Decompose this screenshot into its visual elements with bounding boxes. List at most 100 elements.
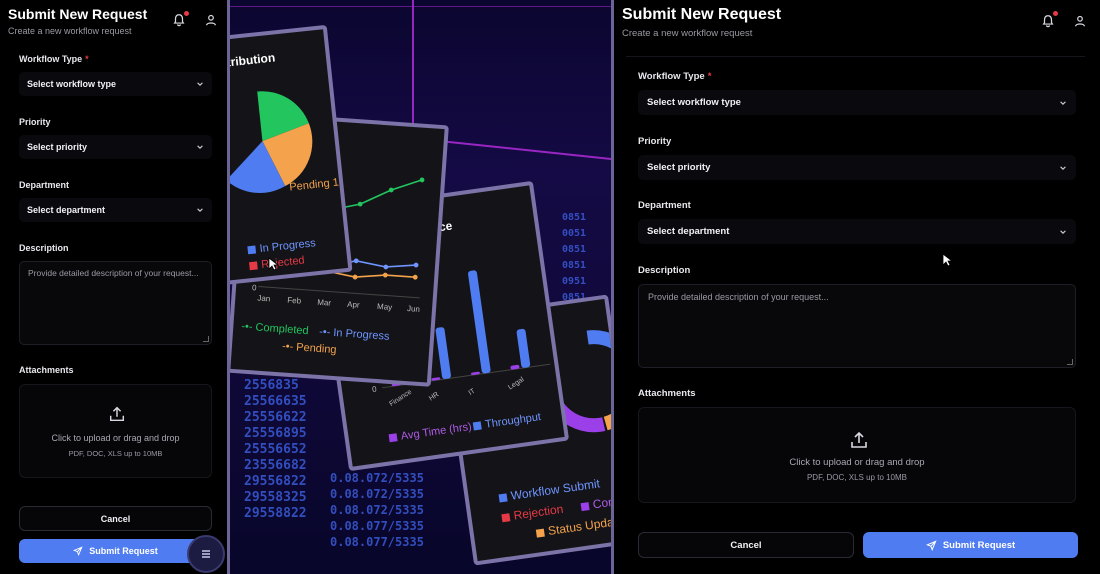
bar-throughput <box>435 327 451 379</box>
x-tick-label: May <box>377 302 393 312</box>
chevron-down-icon <box>1060 100 1066 105</box>
workflow-type-value: Select workflow type <box>647 97 741 108</box>
line-point <box>352 274 358 280</box>
department-select[interactable]: Select department <box>638 219 1076 244</box>
x-tick-label: Apr <box>347 300 360 310</box>
matrix-numbers: 2556835 25566635 25556622 25556895 25556… <box>244 378 307 521</box>
pie-card-title: stribution <box>230 50 276 71</box>
submit-request-button[interactable]: Submit Request <box>863 532 1078 558</box>
x-tick-label: Legal <box>507 376 526 391</box>
neon-grid-line <box>230 6 611 7</box>
line-point <box>357 201 363 207</box>
description-textarea[interactable]: Provide detailed description of your req… <box>638 284 1076 368</box>
resize-handle[interactable] <box>1067 359 1073 365</box>
description-placeholder: Provide detailed description of your req… <box>648 292 829 302</box>
upload-text: Click to upload or drag and drop <box>789 457 925 468</box>
priority-value: Select priority <box>647 162 711 173</box>
department-value: Select department <box>647 226 730 237</box>
x-tick-label: Jan <box>257 294 271 304</box>
x-tick-label: Jun <box>407 304 421 314</box>
chevron-down-icon <box>197 208 203 212</box>
chevron-down-icon <box>1060 165 1066 170</box>
priority-label: Priority <box>638 136 672 147</box>
resize-handle[interactable] <box>203 336 209 342</box>
line-point <box>388 187 394 193</box>
file-dropzone[interactable]: Click to upload or drag and drop PDF, DO… <box>19 384 212 478</box>
upload-text: Click to upload or drag and drop <box>51 433 180 443</box>
upload-icon <box>109 406 125 422</box>
y-tick-label: 0 <box>252 283 258 292</box>
x-tick-label: IT <box>468 387 478 397</box>
bar-legend-item: Avg Time (hrs) <box>388 421 472 444</box>
line-point <box>419 177 425 183</box>
mobile-form-panel: Submit New Request Create a new workflow… <box>0 0 230 574</box>
workflow-type-select[interactable]: Select workflow type <box>19 72 212 96</box>
cancel-button[interactable]: Cancel <box>638 532 854 558</box>
department-label: Department <box>638 200 691 211</box>
description-label: Description <box>19 243 69 253</box>
description-textarea[interactable]: Provide detailed description of your req… <box>19 261 212 345</box>
submit-label: Submit Request <box>942 539 1016 551</box>
chevron-down-icon <box>197 145 203 149</box>
priority-select[interactable]: Select priority <box>19 135 212 159</box>
chevron-down-icon <box>197 82 203 86</box>
user-icon[interactable] <box>204 13 218 27</box>
department-select[interactable]: Select department <box>19 198 212 222</box>
menu-icon <box>202 550 210 558</box>
bar-throughput <box>468 270 491 374</box>
floating-menu-button[interactable] <box>187 535 225 573</box>
send-icon <box>925 539 937 551</box>
page-title: Submit New Request <box>8 6 148 22</box>
line-point <box>383 264 389 270</box>
x-tick-label: Mar <box>317 298 332 308</box>
send-icon <box>73 546 83 556</box>
mouse-cursor-icon <box>942 253 952 267</box>
page-subtitle: Create a new workflow request <box>622 28 753 39</box>
page-subtitle: Create a new workflow request <box>8 26 132 36</box>
line-point <box>412 274 418 280</box>
bar-throughput <box>516 328 531 368</box>
desktop-form-panel: Submit New Request Create a new workflow… <box>611 0 1097 574</box>
dashboard-collage-image: 2556835 25566635 25556622 25556895 25556… <box>230 0 611 574</box>
matrix-numbers: 0.08.072/5335 0.08.072/5335 0.08.072/533… <box>330 471 424 549</box>
attachments-label: Attachments <box>19 365 74 375</box>
pie-legend-item: In Progress <box>247 237 316 256</box>
description-label: Description <box>638 265 691 276</box>
x-tick-label: Finance <box>388 389 413 408</box>
upload-icon <box>851 431 867 448</box>
line-point <box>413 262 419 268</box>
bell-icon[interactable] <box>1041 14 1055 28</box>
user-icon[interactable] <box>1073 14 1087 28</box>
y-tick-label: 0 <box>372 385 378 395</box>
cancel-button[interactable]: Cancel <box>19 506 212 531</box>
chevron-down-icon <box>1060 229 1066 234</box>
attachments-label: Attachments <box>638 388 696 399</box>
workflow-type-select[interactable]: Select workflow type <box>638 90 1076 115</box>
upload-hint: PDF, DOC, XLS up to 10MB <box>806 473 908 482</box>
description-placeholder: Provide detailed description of your req… <box>28 268 199 278</box>
department-value: Select department <box>27 205 106 215</box>
mouse-cursor-icon <box>268 257 278 271</box>
file-dropzone[interactable]: Click to upload or drag and drop PDF, DO… <box>638 407 1076 503</box>
x-axis-line <box>258 286 420 299</box>
submit-label: Submit Request <box>89 546 158 556</box>
neon-grid-line <box>440 140 611 162</box>
priority-select[interactable]: Select priority <box>638 155 1076 180</box>
chart-card-pie: stribution Pending 1 In Progress Rejecte… <box>230 24 353 288</box>
line-point <box>382 272 388 278</box>
notification-badge <box>184 11 189 16</box>
line-point <box>353 258 359 264</box>
submit-request-button[interactable]: Submit Request <box>19 539 212 563</box>
header-divider <box>626 56 1085 57</box>
priority-value: Select priority <box>27 142 88 152</box>
x-tick-label: Feb <box>287 296 302 306</box>
workflow-type-label: Workflow Type * <box>19 54 89 64</box>
line-legend-item: -•- Pending <box>281 340 337 357</box>
workflow-type-label: Workflow Type * <box>638 71 712 82</box>
donut-legend-item: Com <box>580 494 611 513</box>
x-tick-label: HR <box>428 391 440 402</box>
upload-hint: PDF, DOC, XLS up to 10MB <box>68 449 163 458</box>
pie-chart <box>230 91 313 193</box>
priority-label: Priority <box>19 117 51 127</box>
page-title: Submit New Request <box>622 6 782 23</box>
